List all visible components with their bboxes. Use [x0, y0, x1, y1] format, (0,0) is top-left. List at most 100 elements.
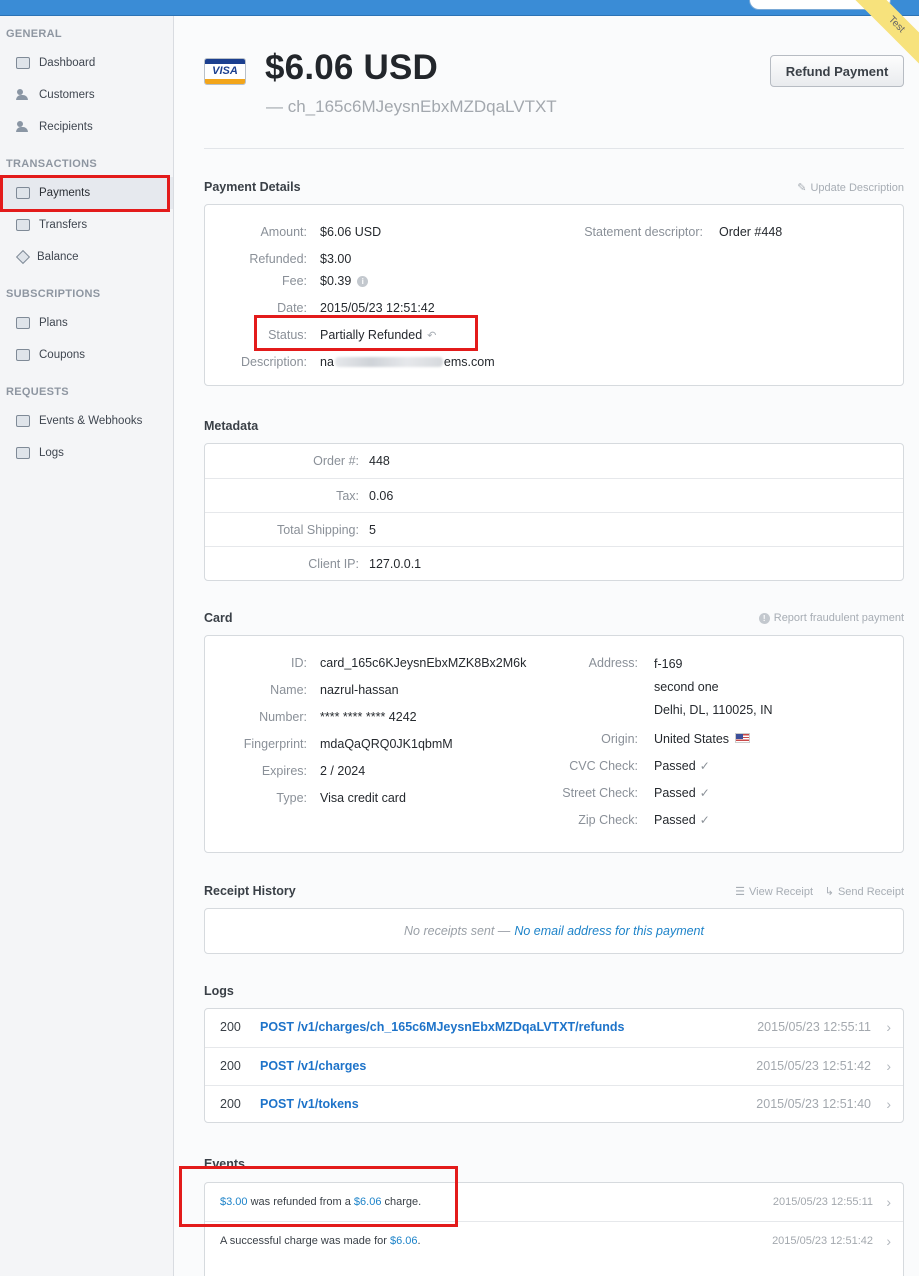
metadata-value: 127.0.0.1: [369, 557, 422, 571]
metadata-value: 448: [369, 454, 390, 468]
sidebar-section-general: GENERAL: [6, 28, 62, 40]
customers-icon: [16, 89, 30, 101]
log-request[interactable]: POST /v1/tokens: [260, 1097, 359, 1111]
card-number-label: Number:: [259, 710, 307, 724]
payment-details-panel: Amount: $6.06 USD Refunded: $3.00 Fee: $…: [204, 204, 904, 386]
amount-value: $6.06 USD: [320, 225, 382, 239]
info-icon[interactable]: i: [357, 276, 369, 287]
date-value: 2015/05/23 12:51:42: [320, 301, 435, 315]
description-end: ems.com: [443, 355, 495, 369]
sidebar-item-dashboard[interactable]: Dashboard: [0, 47, 173, 79]
cvc-check-label: CVC Check:: [569, 759, 638, 773]
log-request[interactable]: POST /v1/charges/ch_165c6MJeysnEbxMZDqaL…: [260, 1020, 624, 1034]
no-receipts-text: No receipts sent —: [404, 924, 511, 938]
balance-icon: [15, 249, 31, 265]
card-id-value: card_165c6KJeysnEbxMZK8Bx2M6k: [320, 656, 527, 670]
sidebar-item-logs[interactable]: Logs: [0, 437, 173, 469]
redacted-text: [334, 357, 443, 367]
metadata-key: Order #:: [313, 454, 359, 468]
fee-amount: $0.39: [320, 274, 352, 288]
cvc-check-value: Passed ✓: [654, 759, 710, 773]
update-description-link[interactable]: ✎ Update Description: [797, 181, 904, 195]
metadata-value: 5: [369, 523, 376, 537]
events-icon: [16, 415, 30, 427]
sidebar-item-label: Recipients: [39, 121, 93, 133]
alert-icon: !: [758, 612, 770, 624]
log-row[interactable]: 200 POST /v1/charges 2015/05/23 12:51:42…: [205, 1047, 903, 1085]
street-check-label: Street Check:: [562, 786, 638, 800]
card-number-value: **** **** **** 4242: [320, 710, 417, 724]
statement-descriptor-label: Statement descriptor:: [584, 225, 703, 239]
metadata-key: Total Shipping:: [276, 523, 359, 537]
section-title-payment-details: Payment Details: [204, 180, 301, 194]
log-time: 2015/05/23 12:55:11: [757, 1020, 871, 1034]
card-name-value: nazrul-hassan: [320, 683, 399, 697]
sidebar-item-balance[interactable]: Balance: [0, 241, 173, 273]
zip-check-label: Zip Check:: [578, 813, 638, 827]
log-status: 200: [220, 1097, 241, 1111]
chevron-right-icon: ›: [886, 1194, 891, 1210]
checkmark-icon: ✓: [699, 786, 710, 800]
card-id-label: ID:: [291, 656, 307, 670]
fingerprint-value: mdaQaQRQ0JK1qbmM: [320, 737, 453, 751]
event-text: A successful charge was made for: [220, 1235, 390, 1247]
logs-panel: 200 POST /v1/charges/ch_165c6MJeysnEbxMZ…: [204, 1008, 904, 1123]
header-divider: [204, 148, 904, 149]
checkmark-icon: ✓: [699, 813, 710, 827]
sidebar-item-coupons[interactable]: Coupons: [0, 339, 173, 371]
send-receipt-link[interactable]: ↳ Send Receipt: [825, 885, 904, 899]
address-label: Address:: [588, 656, 638, 670]
checkmark-icon: ✓: [699, 759, 710, 773]
sidebar-item-label: Dashboard: [39, 57, 96, 69]
refund-payment-button[interactable]: Refund Payment: [770, 55, 904, 87]
page-title: $6.06 USD: [265, 48, 439, 87]
sidebar-item-customers[interactable]: Customers: [0, 79, 173, 111]
sidebar-section-requests: REQUESTS: [6, 386, 69, 398]
metadata-row: Total Shipping: 5: [205, 512, 903, 546]
card-brand-label: VISA: [212, 65, 238, 77]
sidebar-item-label: Coupons: [39, 349, 86, 361]
sidebar-section-transactions: TRANSACTIONS: [6, 158, 97, 170]
section-title-logs: Logs: [204, 984, 234, 998]
origin-text: United States: [654, 732, 730, 746]
log-row[interactable]: 200 POST /v1/charges/ch_165c6MJeysnEbxMZ…: [205, 1009, 903, 1047]
no-email-link[interactable]: No email address for this payment: [514, 924, 704, 938]
log-time: 2015/05/23 12:51:42: [756, 1059, 871, 1073]
address-line-1: f-169: [654, 657, 683, 671]
amount-label: Amount:: [260, 225, 307, 239]
street-check-text: Passed: [654, 786, 696, 800]
report-fraud-link[interactable]: ! Report fraudulent payment: [758, 612, 904, 624]
fee-value: $0.39 i: [320, 274, 369, 288]
event-time: 2015/05/23 12:51:42: [772, 1235, 873, 1247]
description-start: na: [320, 355, 334, 369]
zip-check-value: Passed ✓: [654, 813, 710, 827]
logs-icon: [16, 447, 30, 459]
annotation-highlight-status: [254, 315, 478, 351]
chevron-right-icon: ›: [886, 1058, 891, 1074]
sidebar-item-events-webhooks[interactable]: Events & Webhooks: [0, 405, 173, 437]
event-charge-link[interactable]: $6.06: [390, 1235, 418, 1247]
sidebar-item-transfers[interactable]: Transfers: [0, 209, 173, 241]
log-row[interactable]: 200 POST /v1/tokens 2015/05/23 12:51:40 …: [205, 1085, 903, 1123]
metadata-key: Client IP:: [308, 557, 359, 571]
view-receipt-link[interactable]: ☰ View Receipt: [735, 885, 813, 899]
log-request[interactable]: POST /v1/charges: [260, 1059, 366, 1073]
expires-value: 2 / 2024: [320, 764, 366, 778]
sidebar-item-recipients[interactable]: Recipients: [0, 111, 173, 143]
sidebar-item-label: Customers: [39, 89, 95, 101]
top-bar: [0, 0, 919, 16]
charge-id: — ch_165c6MJeysnEbxMZDqaLVTXT: [266, 97, 557, 116]
card-name-label: Name:: [270, 683, 307, 697]
metadata-panel: Order #: 448 Tax: 0.06 Total Shipping: 5…: [204, 443, 904, 581]
sidebar-item-plans[interactable]: Plans: [0, 307, 173, 339]
log-status: 200: [220, 1020, 241, 1034]
us-flag-icon: [735, 733, 751, 743]
report-fraud-label: Report fraudulent payment: [773, 612, 904, 624]
origin-value: United States: [654, 732, 751, 746]
log-status: 200: [220, 1059, 241, 1073]
section-title-card: Card: [204, 611, 233, 625]
section-title-metadata: Metadata: [204, 419, 259, 433]
receipt-history-panel: No receipts sent — No email address for …: [204, 908, 904, 954]
section-title-receipt-history: Receipt History: [204, 884, 296, 898]
fee-label: Fee:: [281, 274, 307, 288]
